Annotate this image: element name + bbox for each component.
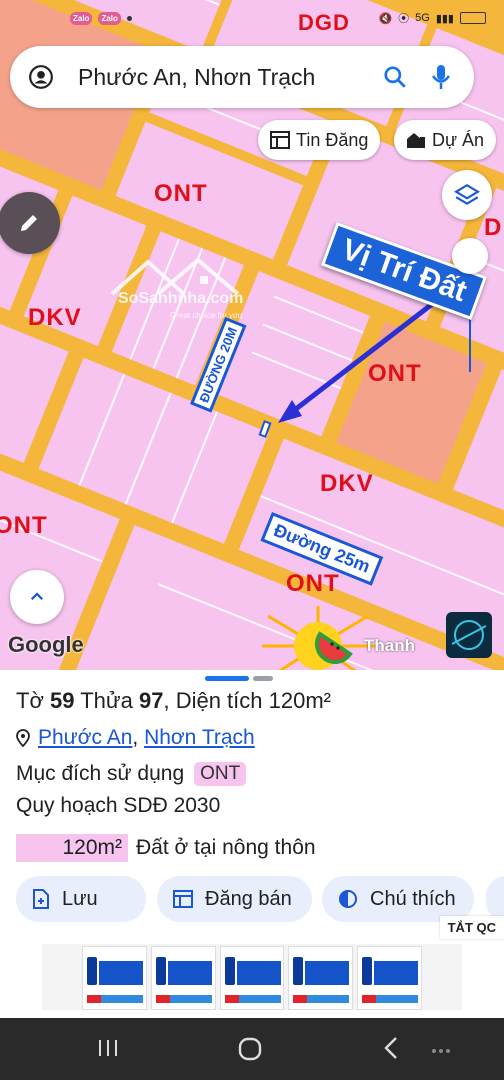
listings-button[interactable]: Tin Đăng (258, 120, 381, 160)
parcel-info-panel: Tờ 59 Thửa 97, Diện tích 120m² Phước An,… (0, 670, 504, 1020)
plan-area-description: Đất ở tại nông thôn (136, 836, 316, 859)
parcel-address: Phước An, Nhơn Trạch (16, 726, 255, 750)
zone-label-dgd: DGD (298, 10, 350, 35)
signal-icon: ▮▮▮ (435, 12, 454, 25)
layers-icon (454, 183, 480, 205)
contrast-icon (339, 890, 357, 908)
battery-icon (460, 12, 486, 24)
search-input[interactable]: Phước An, Nhơn Trạch (78, 64, 382, 91)
mute-icon: 🔇 (378, 12, 393, 25)
watermark-text: SoSanhnha.com (118, 290, 244, 307)
layers-button[interactable] (442, 170, 492, 220)
zalo-icon: Zalo (98, 12, 121, 25)
add-file-icon (33, 889, 49, 909)
search-icon[interactable] (382, 64, 408, 90)
projects-button[interactable]: Dự Án (394, 120, 497, 160)
projects-label: Dự Án (432, 129, 485, 150)
location-icon: ⦿ (398, 13, 410, 25)
expand-up-button[interactable] (10, 570, 64, 624)
zone-label-d: D (484, 214, 503, 241)
ad-tile (82, 946, 147, 1010)
account-icon[interactable] (28, 64, 54, 90)
plan-heading: Quy hoạch SDĐ 2030 (16, 794, 221, 817)
purpose-badge: ONT (194, 762, 247, 786)
zone-label-ont: ONT (368, 360, 422, 387)
listing-table-icon (173, 890, 193, 908)
status-bar: Zalo Zalo DGD 🔇 ⦿ 5G ▮▮▮ (0, 0, 504, 40)
owner-name: Thanh (364, 636, 415, 655)
zone-label-ont: ONT (286, 570, 340, 597)
map-pin-icon (16, 729, 30, 747)
plan-area-value: 120m² (16, 834, 128, 862)
ward-link[interactable]: Phước An (38, 726, 132, 749)
sheet-handle[interactable] (205, 676, 249, 681)
google-logo: Google (8, 632, 84, 657)
zone-label-ont: ONT (0, 512, 48, 539)
ad-tile (219, 946, 285, 1010)
post-for-sale-button[interactable]: Đăng bán (157, 876, 312, 922)
notification-dot-icon (126, 16, 132, 21)
chevron-up-icon (30, 592, 44, 601)
edit-button[interactable] (0, 192, 60, 254)
streetview-thumbnail[interactable] (446, 612, 492, 658)
thumbnail-icon (451, 620, 487, 650)
ad-tile (288, 946, 354, 1010)
home-icon[interactable] (237, 1036, 263, 1062)
ad-tile (150, 946, 216, 1010)
land-use-purpose: Mục đích sử dụng ONT (16, 762, 247, 786)
microphone-icon[interactable] (430, 63, 452, 91)
recent-apps-icon[interactable] (96, 1038, 120, 1058)
close-ad-button[interactable]: TẮT QC (439, 916, 504, 939)
post-label: Đăng bán (205, 887, 292, 910)
location-pin-button[interactable] (452, 238, 488, 274)
save-button[interactable]: Lưu (16, 876, 146, 922)
district-link[interactable]: Nhơn Trạch (144, 726, 255, 749)
zone-label-dkv: DKV (28, 304, 82, 331)
search-bar[interactable]: Phước An, Nhơn Trạch (10, 46, 474, 108)
keyboard-toggle-icon[interactable] (430, 1044, 452, 1058)
ad-tile (357, 946, 422, 1010)
legend-label: Chú thích (370, 887, 456, 910)
system-nav-bar (0, 1018, 504, 1080)
zone-label-dkv: DKV (320, 470, 374, 497)
zone-label-ont: ONT (154, 180, 208, 207)
purpose-label: Mục đích sử dụng (16, 762, 185, 785)
parcel-title: Tờ 59 Thửa 97, Diện tích 120m² (16, 688, 331, 713)
listing-table-icon (270, 131, 290, 149)
back-icon[interactable] (382, 1036, 402, 1060)
sheet-handle-secondary (253, 676, 273, 681)
plan-area-row: 120m² Đất ở tại nông thôn (16, 834, 316, 862)
network-indicator: 5G (415, 12, 430, 24)
pencil-icon (21, 215, 37, 231)
zalo-icon: Zalo (70, 12, 93, 25)
listings-label: Tin Đăng (296, 129, 369, 150)
save-label: Lưu (62, 887, 98, 910)
building-icon (407, 133, 425, 148)
ad-banner[interactable] (42, 944, 462, 1010)
